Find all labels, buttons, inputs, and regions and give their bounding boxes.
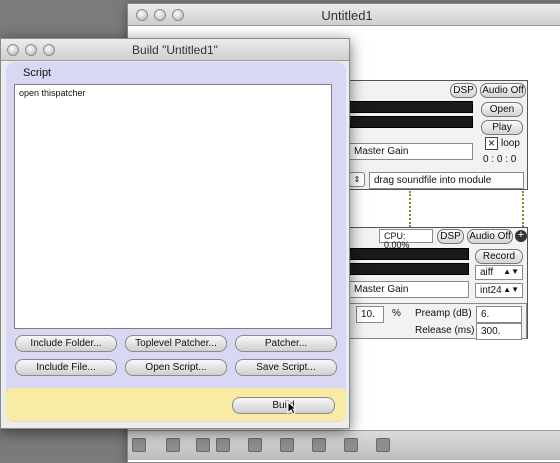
script-label: Script [23,67,52,79]
ratio-number-box[interactable]: 10. [356,306,384,323]
cpu-readout: CPU: 0.00% [379,229,433,250]
save-script-button[interactable]: Save Script... [235,359,337,376]
time-readout: 0 : 0 : 0 [483,154,517,165]
include-file-button[interactable]: Include File... [15,359,117,376]
window-title: Untitled1 [321,8,373,23]
dialog-title: Build "Untitled1" [132,43,218,57]
release-number-box[interactable]: 300. [476,323,522,340]
format-select[interactable]: aiff ▲▼ [475,265,523,280]
patchcord [409,191,411,227]
script-panel: Script open thispatcher Include Folder..… [6,62,346,422]
script-editor[interactable]: open thispatcher [14,84,332,329]
graph-icon[interactable] [248,438,262,452]
player-dsp-button[interactable]: DSP [450,83,477,98]
patcher-button[interactable]: Patcher... [235,335,337,352]
player-waveform-display [349,101,473,113]
player-menu-arrows-icon[interactable]: ⇕ [349,172,365,187]
format-value: aiff [480,267,494,278]
preamp-label: Preamp (dB) [415,308,472,319]
bitdepth-select[interactable]: int24 ▲▼ [475,283,523,298]
player-meter-display [349,116,473,128]
delete-icon[interactable] [216,438,230,452]
loop-label: loop [501,138,520,149]
toplevel-patcher-button[interactable]: Toplevel Patcher... [125,335,227,352]
loop-checkbox[interactable]: × [485,137,498,150]
record-button[interactable]: Record [475,249,523,264]
gear-icon[interactable] [376,438,390,452]
open-script-button[interactable]: Open Script... [125,359,227,376]
dynamics-section: 10. % Preamp (dB) 6. Release (ms) 300. [347,303,527,340]
presentation-icon[interactable] [166,438,180,452]
info-icon[interactable] [280,438,294,452]
patchcord [522,191,524,227]
drag-soundfile-field: drag soundfile into module [369,172,524,189]
mouse-pointer-icon [287,401,297,415]
recorder-dsp-button[interactable]: DSP [437,229,464,244]
patcher-titlebar: Untitled1 [128,4,560,26]
preamp-number-box[interactable]: 6. [476,306,522,323]
stepper-icon: ▲▼ [503,285,519,294]
player-gain-slider[interactable]: Master Gain [349,143,473,160]
grid-icon[interactable] [344,438,358,452]
lock-icon[interactable] [132,438,146,452]
include-folder-button[interactable]: Include Folder... [15,335,117,352]
bitdepth-value: int24 [480,285,502,296]
recorder-module: CPU: 0.00% DSP Audio Off + Record aiff ▲… [347,227,528,340]
play-button[interactable]: Play [481,120,523,135]
add-icon[interactable]: + [515,230,527,242]
percent-label: % [392,308,401,319]
release-label: Release (ms) [415,325,475,336]
open-button[interactable]: Open [481,102,523,117]
recorder-audio-off-button[interactable]: Audio Off [467,229,513,244]
player-module: DSP Audio Off Open Play × loop 0 : 0 : 0… [348,80,528,190]
object-icon[interactable] [196,438,210,452]
recorder-meter-display [349,263,469,275]
build-button[interactable]: Build [232,397,335,414]
ratio-value: 10. [361,309,375,320]
build-dialog: Build "Untitled1" Script open thispatche… [0,38,350,429]
recorder-gain-slider[interactable]: Master Gain [349,281,469,298]
stepper-icon: ▲▼ [503,267,519,276]
recorder-waveform-display [349,248,469,260]
player-audio-off-button[interactable]: Audio Off [480,83,526,98]
connect-icon[interactable] [312,438,326,452]
dialog-titlebar: Build "Untitled1" [1,39,349,61]
